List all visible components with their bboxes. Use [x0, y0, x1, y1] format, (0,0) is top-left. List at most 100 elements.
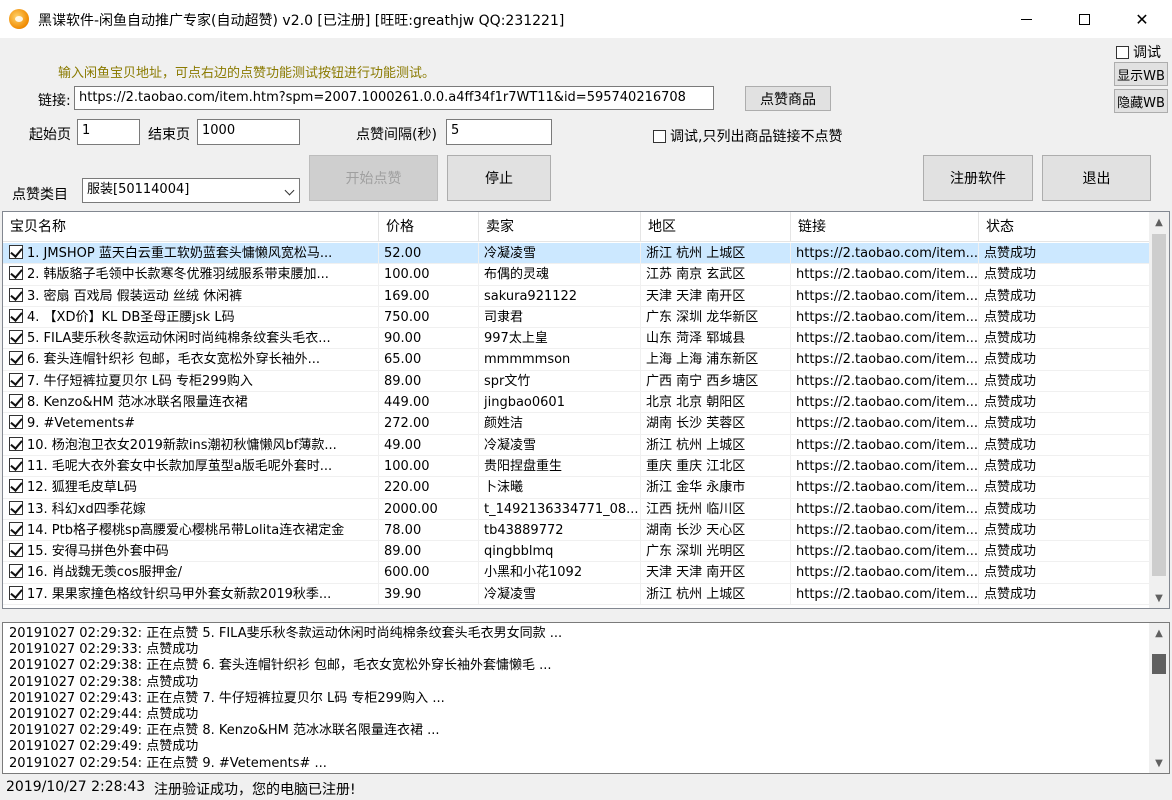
- checkbox-checked-icon[interactable]: [9, 330, 23, 345]
- table-row[interactable]: 6. 套头连帽针织衫 包邮，毛衣女宽松外穿长袖外... 65.00 mmmmmson…: [3, 349, 1149, 371]
- log-line: 20191027 02:29:49: 点赞成功: [9, 739, 199, 755]
- product-table[interactable]: 宝贝名称 价格 卖家 地区 链接 状态 1. JMSHOP 蓝天白云重工软奶蓝套…: [2, 211, 1170, 609]
- cell-price: 39.90: [379, 583, 479, 605]
- log-area[interactable]: 20191027 02:29:32: 正在点赞 5. FILA斐乐秋冬款运动休闲…: [2, 622, 1170, 774]
- checkbox-checked-icon[interactable]: [9, 308, 23, 323]
- stop-button[interactable]: 停止: [447, 155, 551, 201]
- cell-name: 2. 韩版貉子毛领中长款寒冬优雅羽绒服系带束腰加...: [3, 264, 379, 286]
- table-row[interactable]: 12. 狐狸毛皮草L码 220.00 卜沫曦 浙江 金华 永康市 https://2.t…: [3, 477, 1149, 499]
- checkbox-checked-icon[interactable]: [9, 415, 23, 430]
- link-input[interactable]: https://2.taobao.com/item.htm?spm=2007.1…: [74, 86, 714, 110]
- cell-seller: spr文竹: [479, 370, 641, 392]
- show-wb-button[interactable]: 显示WB: [1114, 62, 1168, 86]
- cell-price: 89.00: [379, 370, 479, 392]
- scroll-up-icon[interactable]: ▲: [1149, 623, 1169, 643]
- debug-checkbox[interactable]: 调试: [1116, 42, 1161, 62]
- table-row[interactable]: 2. 韩版貉子毛领中长款寒冬优雅羽绒服系带束腰加... 100.00 布偶的灵魂 江苏…: [3, 264, 1149, 286]
- cell-link: https://2.taobao.com/item...: [791, 434, 979, 456]
- checkbox-checked-icon[interactable]: [9, 543, 23, 558]
- checkbox-checked-icon[interactable]: [9, 351, 23, 366]
- table-row[interactable]: 4. 【XD价】KL DB圣母正腰jsk L码 750.00 司隶君 广东 深圳 龙华…: [3, 306, 1149, 329]
- checkbox-checked-icon[interactable]: [9, 266, 23, 281]
- cell-name: 13. 科幻xd四季花嫁: [3, 498, 379, 520]
- scrollbar-thumb[interactable]: [1152, 234, 1166, 576]
- table-row[interactable]: 5. FILA斐乐秋冬款运动休闲时尚纯棉条纹套头毛衣... 90.00 997太上皇…: [3, 328, 1149, 350]
- cell-name-text: 14. Ptb格子樱桃sp高腰爱心樱桃吊带Lolita连衣裙定金: [27, 522, 345, 538]
- table-row[interactable]: 9. #Vetements# 272.00 颜姓洁 湖南 长沙 芙蓉区 https://…: [3, 413, 1149, 435]
- checkbox-checked-icon[interactable]: [9, 500, 23, 515]
- cell-region: 广东 深圳 龙华新区: [641, 306, 791, 328]
- exit-button[interactable]: 退出: [1042, 155, 1151, 201]
- cell-name: 15. 安得马拼色外套中码: [3, 541, 379, 563]
- cell-status: 点赞成功: [984, 246, 1037, 261]
- cell-name-text: 12. 狐狸毛皮草L码: [27, 480, 138, 496]
- log-scrollbar[interactable]: ▲ ▼: [1149, 623, 1169, 773]
- checkbox-checked-icon[interactable]: [9, 564, 23, 579]
- table-scrollbar[interactable]: ▲ ▼: [1149, 212, 1169, 608]
- cell-price: 750.00: [379, 306, 479, 328]
- cell-region: 广东 深圳 光明区: [641, 541, 791, 563]
- checkbox-checked-icon[interactable]: [9, 521, 23, 536]
- debug-list-label: 调试,只列出商品链接不点赞: [670, 129, 843, 145]
- table-row[interactable]: 1. JMSHOP 蓝天白云重工软奶蓝套头慵懒风宽松马... 52.00 冷凝凌雪浙…: [3, 243, 1149, 265]
- cell-region: 上海 上海 浦东新区: [641, 349, 791, 371]
- close-button[interactable]: ✕: [1113, 0, 1171, 38]
- checkbox-checked-icon[interactable]: [9, 585, 23, 600]
- checkbox-checked-icon[interactable]: [9, 245, 23, 259]
- debug-list-checkbox[interactable]: 调试,只列出商品链接不点赞: [653, 126, 842, 146]
- table-row[interactable]: 14. Ptb格子樱桃sp高腰爱心樱桃吊带Lolita连衣裙定金 78.00 tb4…: [3, 519, 1149, 542]
- cell-price: 90.00: [379, 328, 479, 350]
- table-header: 宝贝名称 价格 卖家 地区 链接 状态: [3, 212, 1149, 242]
- interval-input[interactable]: 5: [446, 119, 552, 145]
- column-header-status[interactable]: 状态: [979, 212, 1149, 242]
- checkbox-checked-icon[interactable]: [9, 457, 23, 472]
- checkbox-checked-icon[interactable]: [9, 479, 23, 494]
- log-line: 20191027 02:29:38: 点赞成功: [9, 674, 199, 690]
- column-header-price[interactable]: 价格: [379, 212, 479, 242]
- start-page-input[interactable]: 1: [77, 119, 140, 145]
- column-header-link[interactable]: 链接: [791, 212, 979, 242]
- column-header-seller[interactable]: 卖家: [479, 212, 641, 242]
- cell-status: 点赞成功: [984, 416, 1037, 432]
- column-header-region[interactable]: 地区: [641, 212, 791, 242]
- cell-status: 点赞成功: [984, 309, 1037, 325]
- cell-price: 169.00: [379, 285, 479, 307]
- register-software-button[interactable]: 注册软件: [923, 155, 1033, 201]
- category-select[interactable]: 服装[50114004]: [82, 178, 300, 203]
- start-like-button[interactable]: 开始点赞: [309, 155, 438, 201]
- table-row[interactable]: 17. 果果家撞色格纹针织马甲外套女新款2019秋季... 39.90 冷凝凌雪 浙江…: [3, 583, 1149, 606]
- minimize-button[interactable]: [997, 0, 1055, 38]
- hide-wb-button[interactable]: 隐藏WB: [1114, 89, 1168, 113]
- cell-link: https://2.taobao.com/item...: [791, 392, 979, 414]
- cell-link: https://2.taobao.com/item...: [791, 498, 979, 520]
- cell-status: 点赞成功: [984, 586, 1037, 602]
- scroll-down-icon[interactable]: ▼: [1149, 588, 1169, 608]
- table-row[interactable]: 7. 牛仔短裤拉夏贝尔 L码 专柜299购入 89.00 spr文竹 广西 南宁 西乡…: [3, 370, 1149, 393]
- checkbox-checked-icon[interactable]: [9, 287, 23, 302]
- scroll-up-icon[interactable]: ▲: [1149, 212, 1169, 232]
- end-page-input[interactable]: 1000: [197, 119, 300, 145]
- table-row[interactable]: 15. 安得马拼色外套中码 89.00 qingbblmq 广东 深圳 光明区 http…: [3, 541, 1149, 563]
- scroll-down-icon[interactable]: ▼: [1149, 753, 1169, 773]
- cell-seller: 997太上皇: [479, 328, 641, 350]
- table-row[interactable]: 11. 毛呢大衣外套女中长款加厚茧型a版毛呢外套时... 100.00 贵阳捏盘重生…: [3, 455, 1149, 478]
- checkbox-checked-icon[interactable]: [9, 372, 23, 387]
- table-row[interactable]: 8. Kenzo&HM 范冰冰联名限量连衣裙 449.00 jingbao0601 北…: [3, 392, 1149, 414]
- maximize-button[interactable]: [1055, 0, 1113, 38]
- cell-status: 点赞成功: [984, 501, 1037, 517]
- cell-name: 9. #Vetements#: [3, 413, 379, 435]
- cell-link: https://2.taobao.com/item...: [791, 370, 979, 392]
- checkbox-checked-icon[interactable]: [9, 394, 23, 409]
- scrollbar-thumb[interactable]: [1152, 654, 1166, 674]
- column-header-name[interactable]: 宝贝名称: [3, 212, 379, 242]
- table-row[interactable]: 3. 密扇 百戏局 假装运动 丝绒 休闲裤 169.00 sakura921122 天…: [3, 285, 1149, 307]
- cell-region: 浙江 杭州 上城区: [641, 243, 791, 264]
- cell-link: https://2.taobao.com/item...: [791, 477, 979, 499]
- checkbox-checked-icon[interactable]: [9, 436, 23, 451]
- like-product-button[interactable]: 点赞商品: [745, 86, 831, 111]
- table-row[interactable]: 10. 杨泡泡卫衣女2019新款ins潮初秋慵懒风bf薄款... 49.00 冷凝凌…: [3, 434, 1149, 456]
- cell-status: 点赞成功: [984, 437, 1037, 453]
- table-row[interactable]: 16. 肖战魏无羡cos服押金/600.00 小黑和小花1092 天津 天津 南开区…: [3, 562, 1149, 584]
- table-row[interactable]: 13. 科幻xd四季花嫁 2000.00 t_1492136334771_08...…: [3, 498, 1149, 520]
- cell-region: 浙江 金华 永康市: [641, 477, 791, 499]
